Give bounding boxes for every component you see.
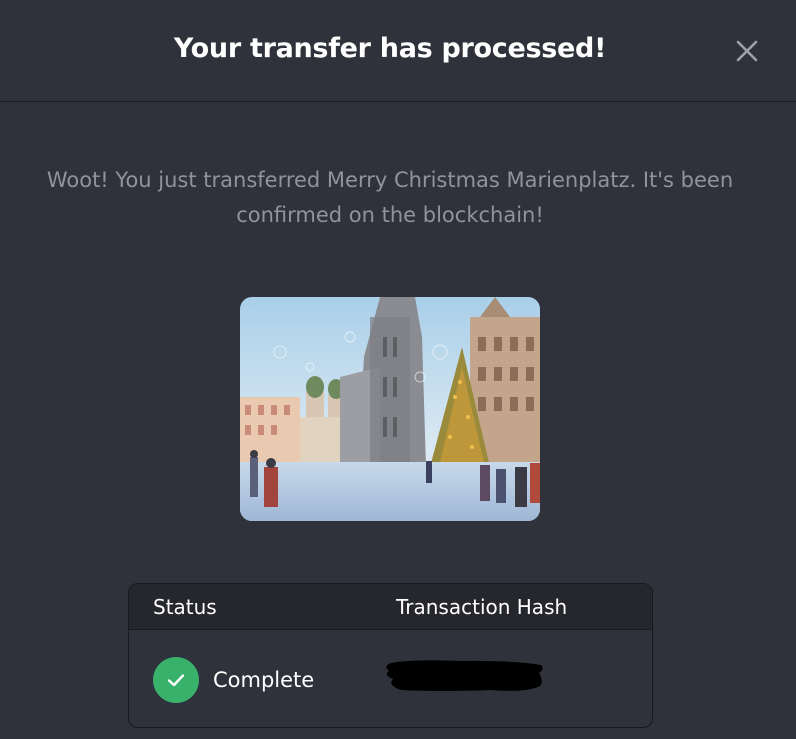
status-value: Complete [213, 668, 315, 692]
check-circle-icon [153, 657, 199, 703]
transaction-table: Status Transaction Hash Complete [128, 583, 653, 728]
close-icon [736, 40, 758, 62]
close-button[interactable] [728, 32, 766, 70]
modal-title: Your transfer has processed! [173, 33, 607, 64]
status-cell: Complete [153, 656, 314, 704]
transfer-modal: Your transfer has processed! Woot! You j… [0, 0, 796, 739]
nft-image [240, 297, 540, 521]
hash-header: Transaction Hash [396, 595, 568, 619]
status-header: Status [153, 595, 217, 619]
confirmation-message: Woot! You just transferred Merry Christm… [46, 168, 734, 227]
table-header: Status Transaction Hash [129, 584, 652, 630]
modal-header: Your transfer has processed! [0, 0, 796, 102]
transaction-hash-redacted [381, 659, 545, 693]
